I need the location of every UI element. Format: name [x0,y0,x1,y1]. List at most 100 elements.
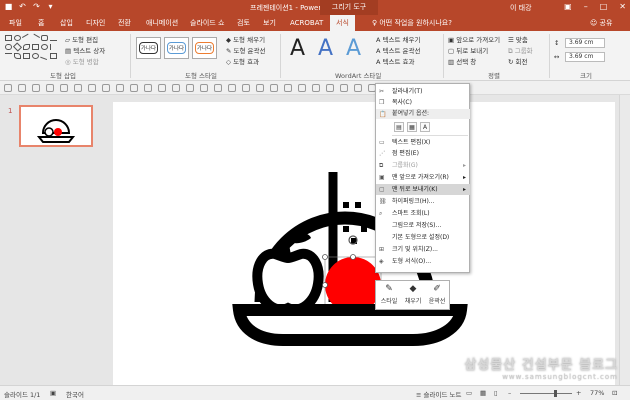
customize-icon[interactable]: ▾ [46,2,55,11]
menu-item-group[interactable]: ⧉ 그룹화(G) ▸ [376,160,470,171]
zoom-level[interactable]: 77% [590,389,604,397]
shape-width-input[interactable]: 3.69 cm [565,52,605,62]
toolbar-icon[interactable] [46,84,54,92]
tab-slideshow[interactable]: 슬라이드 쇼 [190,15,224,31]
tell-me-search[interactable]: ♀ 어떤 작업을 원하시나요? [372,18,452,28]
zoom-out-icon[interactable]: – [508,389,511,397]
toolbar-icon[interactable] [186,84,194,92]
toolbar-icon[interactable] [116,84,124,92]
tab-acrobat[interactable]: ACROBAT [290,15,323,31]
slide-thumbnail[interactable] [19,105,93,147]
shape-style-3[interactable]: 가나다 [192,37,217,59]
menu-item-save-as-picture[interactable]: 그림으로 저장(S)... [376,220,470,231]
toolbar-icon[interactable] [354,84,362,92]
toolbar-icon[interactable] [214,84,222,92]
reading-view-icon[interactable]: ▯ [494,389,498,397]
menu-item-copy[interactable]: ❐ 복사(C) [376,97,470,108]
language-indicator[interactable]: 한국어 [66,389,84,399]
notes-button[interactable]: ≡ 슬라이드 노트 [416,389,461,399]
paste-keep-text-icon[interactable]: A [420,122,430,132]
shape-style-1[interactable]: 가나다 [136,37,161,59]
fit-slide-icon[interactable]: ⊡ [612,389,617,397]
toolbar-icon[interactable] [284,84,292,92]
toolbar-icon[interactable] [144,84,152,92]
tab-insert[interactable]: 삽입 [60,15,73,31]
toolbar-icon[interactable] [270,84,278,92]
toolbar-icon[interactable] [200,84,208,92]
zoom-slider[interactable] [520,390,572,397]
shape-effects-button[interactable]: ◇ 도형 효과 [226,56,259,66]
tab-design[interactable]: 디자인 [86,15,105,31]
toolbar-icon[interactable] [340,84,348,92]
menu-item-bring-to-front[interactable]: ▣ 맨 앞으로 가져오기(R) ▸ [376,172,470,183]
text-outline-button[interactable]: A 텍스트 윤곽선 [376,45,420,55]
paste-picture-icon[interactable]: ▦ [407,122,417,132]
menu-item-send-to-back[interactable]: ▢ 맨 뒤로 보내기(K) ▸ [376,184,470,195]
wordart-style-3[interactable]: A [346,36,361,62]
spellcheck-icon[interactable]: ▣ [50,389,56,397]
user-name[interactable]: 이 태강 [510,3,532,13]
close-icon[interactable]: ✕ [619,2,626,11]
wordart-style-2[interactable]: A [318,36,333,62]
toolbar-icon[interactable] [60,84,68,92]
toolbar-icon[interactable] [102,84,110,92]
tab-file[interactable]: 파일 [9,15,22,31]
mini-fill-button[interactable]: ◆ 채우기 [402,283,424,309]
toolbar-icon[interactable] [242,84,250,92]
rotate-button[interactable]: ↻ 회전 [508,56,527,66]
toolbar-icon[interactable] [32,84,40,92]
toolbar-icon[interactable] [88,84,96,92]
shape-height-input[interactable]: 3.69 cm [565,38,605,48]
toolbar-icon[interactable] [256,84,264,92]
shape-gallery[interactable] [3,33,73,67]
maximize-icon[interactable]: □ [600,2,608,11]
slide-sorter-icon[interactable]: ▦ [480,389,486,397]
send-backward-button[interactable]: ▢ 뒤로 보내기 [448,45,488,55]
text-fill-button[interactable]: A 텍스트 채우기 [376,34,420,44]
toolbar-icon[interactable] [130,84,138,92]
text-effects-button[interactable]: A 텍스트 효과 [376,56,414,66]
ribbon-display-icon[interactable]: ▣ [564,2,572,11]
toolbar-icon[interactable] [158,84,166,92]
mini-style-button[interactable]: ✎ 스타일 [378,283,400,309]
menu-item-format-shape[interactable]: ◈ 도형 서식(O)... [376,256,470,267]
menu-item-set-default-shape[interactable]: 기본 도형으로 설정(D) [376,232,470,243]
undo-icon[interactable]: ↶ [18,2,27,11]
toolbar-icon[interactable] [326,84,334,92]
paste-use-destination-theme-icon[interactable]: ▤ [394,122,404,132]
menu-item-cut[interactable]: ✂ 잘라내기(T) [376,86,470,97]
tab-animations[interactable]: 애니메이션 [146,15,178,31]
selection-pane-button[interactable]: ▥ 선택 창 [448,56,476,66]
shape-style-2[interactable]: 가나다 [164,37,189,59]
zoom-in-icon[interactable]: + [576,389,581,397]
menu-item-hyperlink[interactable]: ⛓ 하이퍼링크(H)... [376,196,470,207]
menu-item-edit-points[interactable]: ⋰ 점 편집(E) [376,148,470,159]
tab-transitions[interactable]: 전환 [118,15,131,31]
edit-shape-button[interactable]: ▱ 도형 편집 [65,34,98,44]
tab-home[interactable]: 홈 [38,15,44,31]
toolbar-icon[interactable] [312,84,320,92]
tab-review[interactable]: 검토 [237,15,250,31]
menu-item-edit-text[interactable]: ▭ 텍스트 편집(X) [376,137,470,148]
tab-view[interactable]: 보기 [263,15,276,31]
share-button[interactable]: ☺ 공유 [590,18,612,28]
minimize-icon[interactable]: – [584,2,588,11]
shape-outline-button[interactable]: ✎ 도형 윤곽선 [226,45,265,55]
menu-item-smart-lookup[interactable]: ⌕ 스마트 조회(L) [376,208,470,219]
menu-item-size-position[interactable]: ⊞ 크기 및 위치(Z)... [376,244,470,255]
wordart-style-1[interactable]: A [290,36,305,62]
shape-fill-button[interactable]: ◆ 도형 채우기 [226,34,265,44]
toolbar-icon[interactable] [4,84,12,92]
text-box-button[interactable]: ▤ 텍스트 상자 [65,45,105,55]
toolbar-icon[interactable] [74,84,82,92]
toolbar-icon[interactable] [172,84,180,92]
group-button[interactable]: ⧉ 그룹화 [508,45,533,56]
redo-icon[interactable]: ↷ [32,2,41,11]
align-button[interactable]: ☰ 맞춤 [508,34,528,44]
tab-format[interactable]: 서식 [330,15,355,31]
toolbar-icon[interactable] [228,84,236,92]
bring-forward-button[interactable]: ▣ 앞으로 가져오기 [448,34,500,44]
mini-outline-button[interactable]: ✐ 윤곽선 [426,283,448,309]
merge-shapes-button[interactable]: ◎ 도형 병합 [65,56,99,66]
toolbar-icon[interactable] [18,84,26,92]
